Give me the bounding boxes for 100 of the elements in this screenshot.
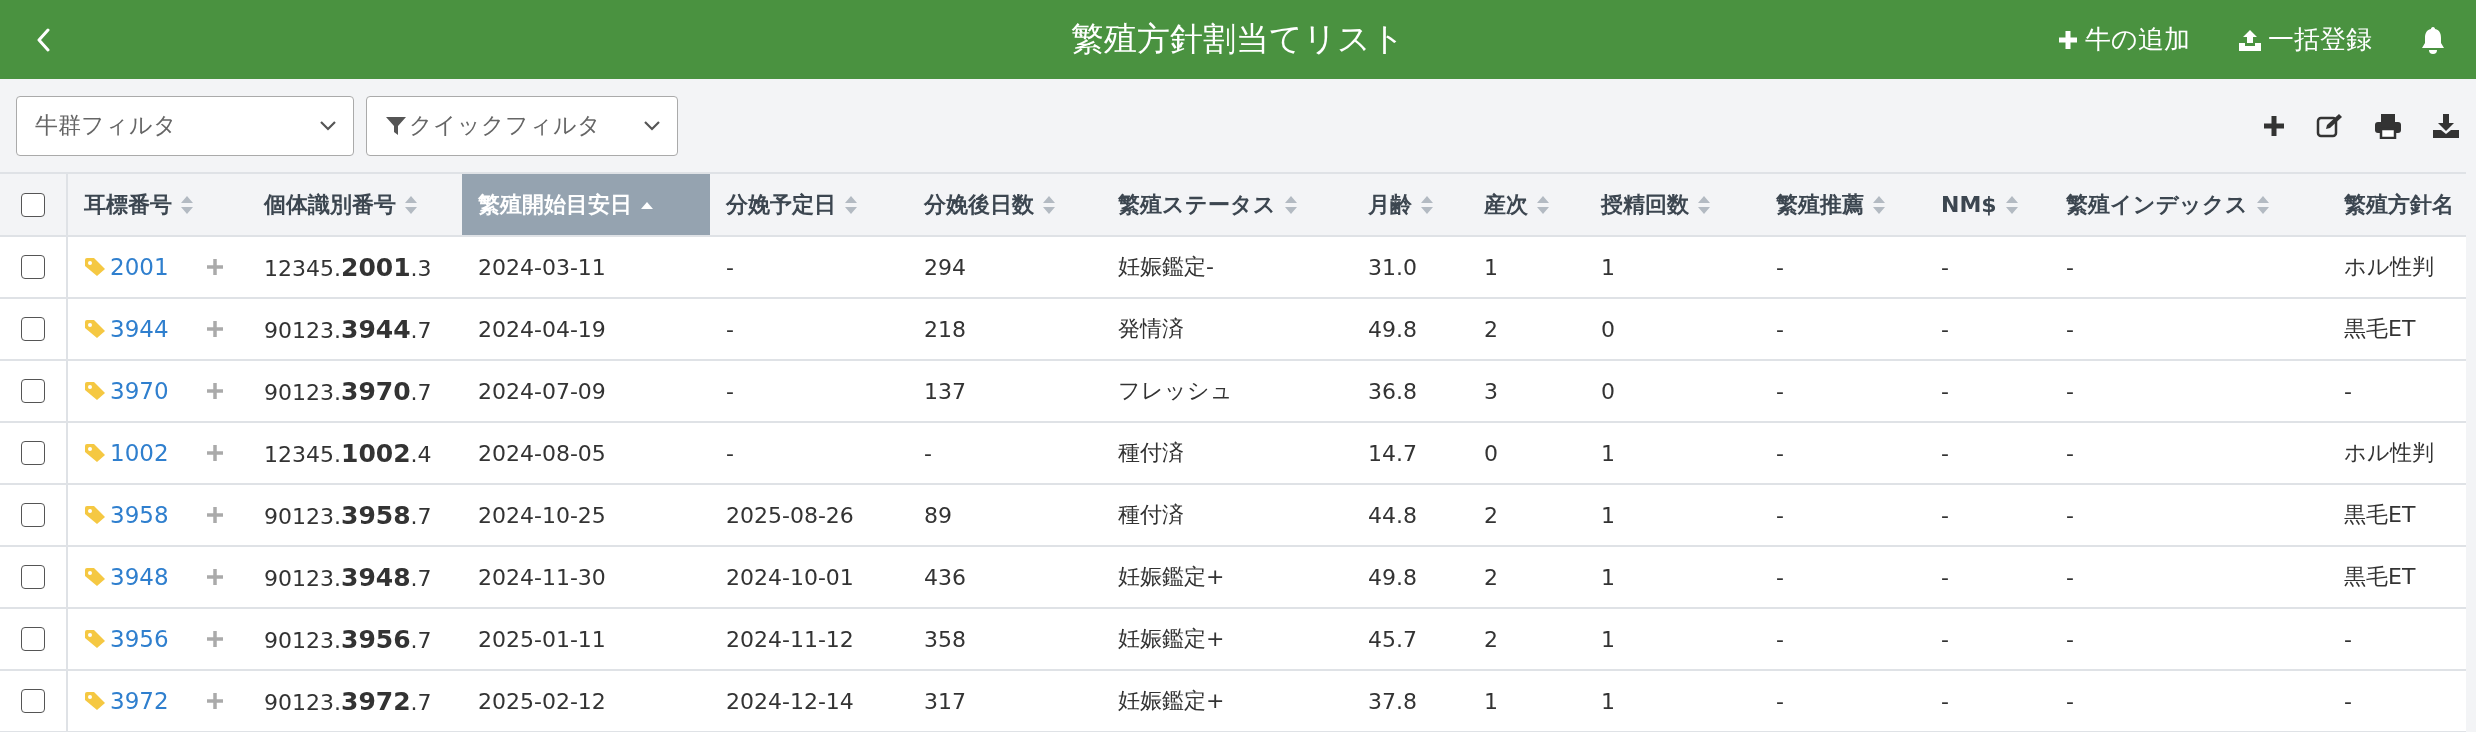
ear-tag-link[interactable]: 3956: [110, 626, 188, 652]
table-cell-text: 妊娠鑑定-: [1118, 253, 1214, 281]
add-cow-button[interactable]: 牛の追加: [2057, 22, 2190, 57]
table-cell: 1: [1484, 254, 1498, 280]
table-cell: -: [1941, 254, 1949, 280]
select-all-checkbox[interactable]: [21, 192, 45, 217]
column-header[interactable]: 繁殖インデックス: [2066, 189, 2248, 220]
edit-icon[interactable]: [2316, 112, 2344, 139]
herd-filter-dropdown[interactable]: 牛群フィルタ: [16, 95, 354, 156]
ear-tag-link[interactable]: 3944: [110, 316, 188, 342]
table-cell: 0: [1601, 378, 1615, 404]
table-cell: 90123.3972.7: [264, 686, 432, 716]
row-checkbox[interactable]: [21, 255, 45, 279]
table-cell: 218: [924, 316, 966, 342]
plus-icon: [2057, 28, 2079, 51]
row-checkbox[interactable]: [21, 379, 45, 403]
column-header[interactable]: 授精回数: [1601, 189, 1689, 220]
add-icon[interactable]: [2262, 113, 2286, 138]
table-cell: -: [2066, 502, 2074, 528]
table-cell: 90123.3944.7: [264, 314, 432, 344]
ear-tag-link[interactable]: 3972: [110, 688, 188, 714]
back-icon[interactable]: [36, 27, 50, 52]
ear-tag-link[interactable]: 3958: [110, 502, 188, 528]
sort-icon[interactable]: [2004, 194, 2019, 215]
column-header[interactable]: 耳標番号: [84, 189, 172, 220]
column-header[interactable]: 産次: [1484, 189, 1528, 220]
ear-tag-link[interactable]: 2001: [110, 254, 188, 280]
column-header[interactable]: 繁殖ステータス: [1118, 189, 1276, 220]
row-checkbox[interactable]: [21, 689, 45, 713]
table-cell: -: [726, 440, 734, 466]
sort-icon[interactable]: [844, 194, 858, 215]
table-cell: 2024-04-19: [478, 316, 606, 342]
download-icon[interactable]: [2432, 112, 2460, 139]
table-cell: 36.8: [1368, 378, 1417, 404]
table-cell: 2024-11-30: [478, 564, 606, 590]
table-cell: 2024-07-09: [478, 378, 606, 404]
row-checkbox[interactable]: [21, 441, 45, 465]
table-cell: 49.8: [1368, 316, 1417, 342]
sort-icon[interactable]: [404, 194, 418, 215]
table-cell: 2025-08-26: [726, 502, 854, 528]
table-cell: 90123.3948.7: [264, 562, 432, 592]
table-cell: 2: [1484, 626, 1498, 652]
tag-icon: [84, 443, 106, 463]
table-cell: -: [1941, 378, 1949, 404]
sort-icon[interactable]: [1284, 194, 1298, 215]
column-header[interactable]: 繁殖推薦: [1776, 189, 1864, 220]
sort-icon[interactable]: [1536, 194, 1550, 215]
bell-icon[interactable]: [2420, 25, 2446, 54]
table-cell: 37.8: [1368, 688, 1417, 714]
column-header[interactable]: 分娩後日数: [924, 189, 1034, 220]
sort-icon[interactable]: [1042, 194, 1056, 215]
quick-filter-dropdown[interactable]: クイックフィルタ: [366, 95, 678, 156]
table-cell: -: [726, 254, 734, 280]
table-cell-text: 妊娠鑑定+: [1118, 625, 1225, 653]
bulk-register-button[interactable]: 一括登録: [2238, 22, 2372, 57]
sort-icon[interactable]: [1420, 194, 1434, 215]
table-cell: -: [1941, 440, 1949, 466]
table-cell: 2024-08-05: [478, 440, 606, 466]
tag-icon: [84, 567, 106, 587]
table-cell: 1: [1601, 564, 1615, 590]
table-cell: 0: [1601, 316, 1615, 342]
sort-icon[interactable]: [180, 194, 194, 215]
sort-icon[interactable]: [1697, 194, 1711, 215]
table-cell: 44.8: [1368, 502, 1417, 528]
chevron-down-icon: [319, 119, 337, 132]
row-checkbox[interactable]: [21, 503, 45, 527]
table-cell: 1: [1601, 440, 1615, 466]
table-cell: -: [2066, 378, 2074, 404]
sort-icon[interactable]: [2256, 194, 2270, 215]
ear-tag-link[interactable]: 3970: [110, 378, 188, 404]
sort-icon[interactable]: [1872, 194, 1886, 215]
table-cell: 2: [1484, 316, 1498, 342]
column-header[interactable]: 個体識別番号: [264, 189, 396, 220]
column-header[interactable]: 繁殖方針名: [2344, 189, 2454, 220]
column-header[interactable]: 月齢: [1368, 189, 1412, 220]
column-header[interactable]: 分娩予定日: [726, 189, 836, 220]
print-icon[interactable]: [2374, 112, 2402, 139]
table-cell: 2024-10-01: [726, 564, 854, 590]
row-checkbox[interactable]: [21, 627, 45, 651]
ear-tag-link[interactable]: 1002: [110, 440, 188, 466]
table-cell: 2: [1484, 564, 1498, 590]
filter-icon: [385, 114, 407, 137]
table-cell: 90123.3958.7: [264, 500, 432, 530]
table-cell: -: [2344, 688, 2352, 714]
table-cell: 90123.3970.7: [264, 376, 432, 406]
table-cell: 89: [924, 502, 952, 528]
table-cell: 49.8: [1368, 564, 1417, 590]
table-cell-text: 種付済: [1118, 439, 1184, 467]
tag-icon: [84, 319, 106, 339]
table-cell-text: 種付済: [1118, 501, 1184, 529]
table-cell: -: [1776, 626, 1784, 652]
table-cell: -: [2066, 688, 2074, 714]
row-checkbox[interactable]: [21, 565, 45, 589]
row-checkbox[interactable]: [21, 317, 45, 341]
table-cell: 294: [924, 254, 966, 280]
table-cell: -: [1776, 502, 1784, 528]
tag-icon: [84, 257, 106, 277]
ear-tag-link[interactable]: 3948: [110, 564, 188, 590]
tag-icon: [84, 505, 106, 525]
column-header[interactable]: NM$: [1941, 192, 1997, 217]
